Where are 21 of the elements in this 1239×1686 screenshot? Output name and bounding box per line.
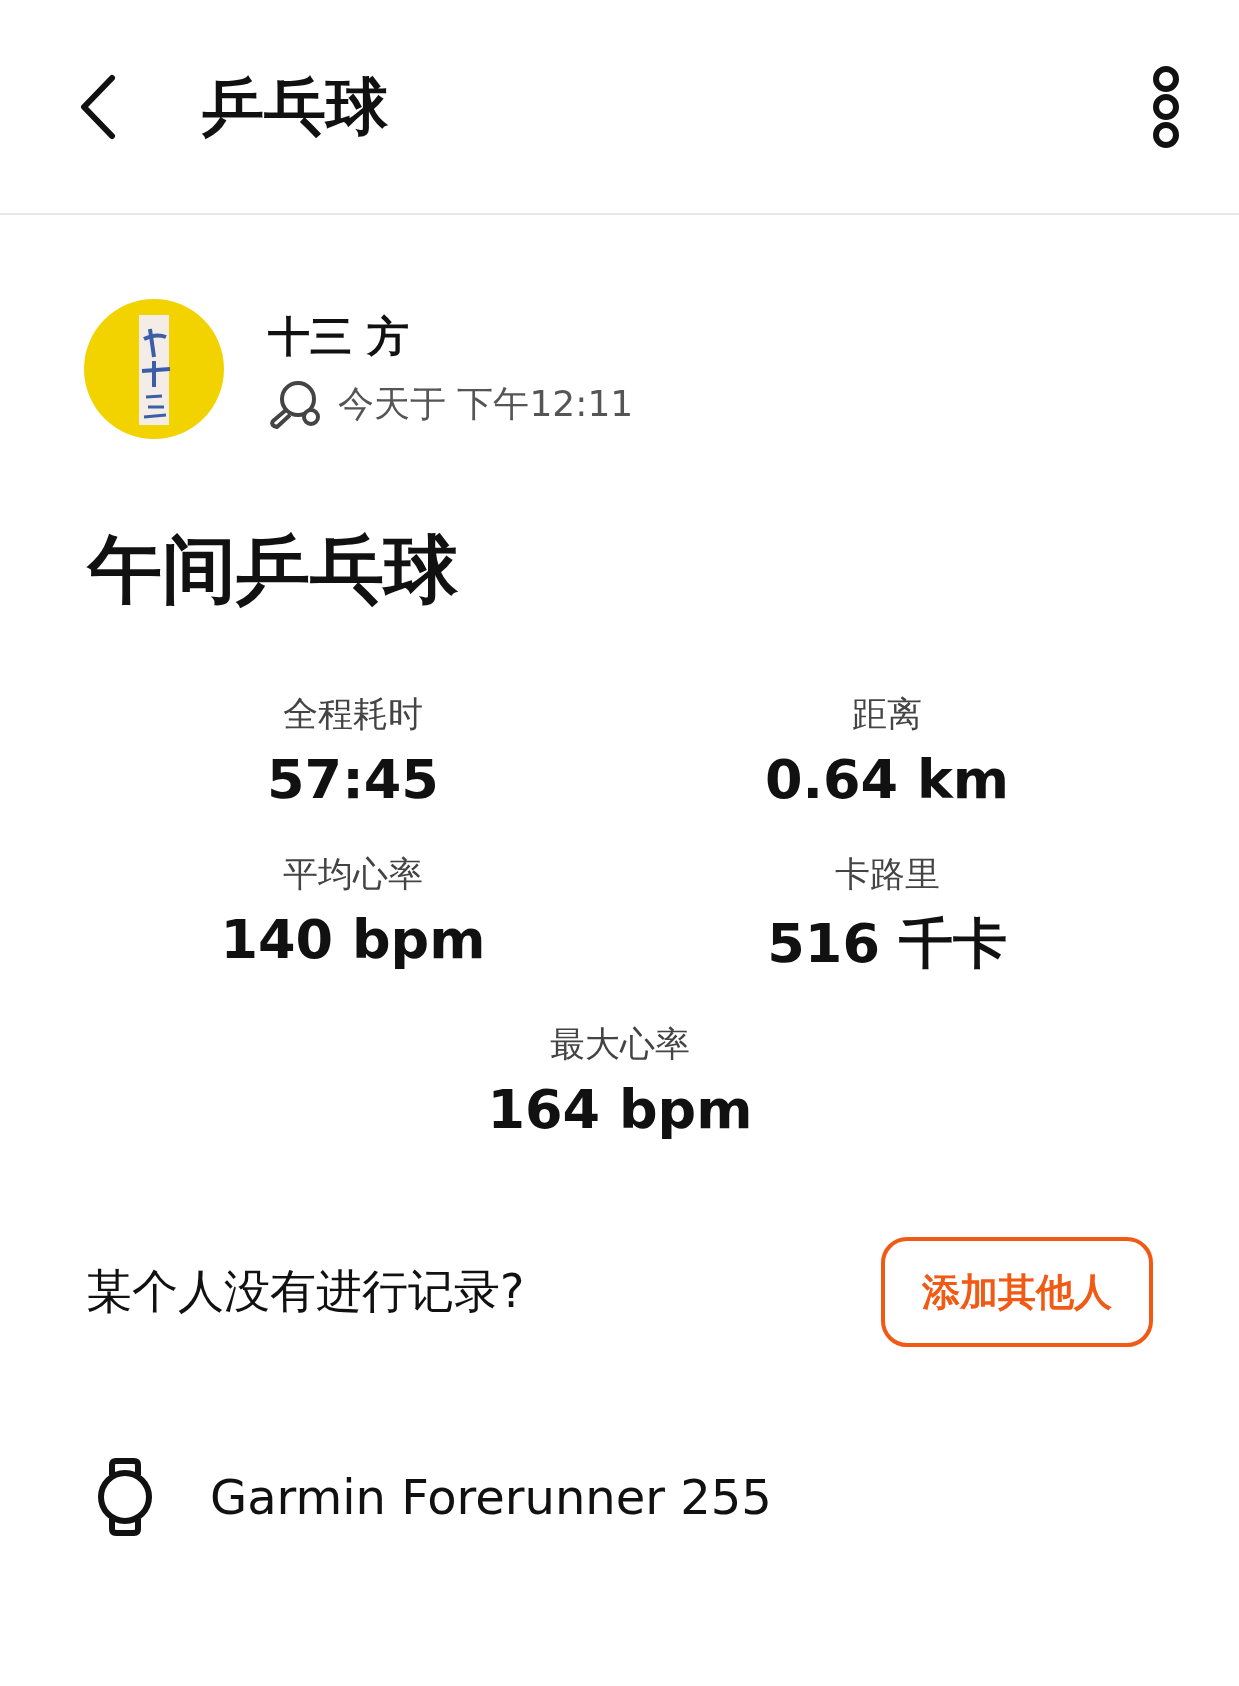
more-icon: [1151, 64, 1181, 149]
page-title: 乒乓球: [202, 68, 389, 145]
ping-pong-icon: [268, 379, 320, 429]
athlete-name: 十三 方: [268, 311, 410, 363]
stat-label: 卡路里: [834, 853, 940, 896]
back-icon: [78, 73, 118, 140]
add-people-prompt: 某个人没有进行记录?: [86, 1263, 525, 1320]
stat-value: 57:45: [267, 748, 439, 811]
stat-value: 516 千卡: [767, 911, 1007, 977]
stat-label: 最大心率: [550, 1023, 690, 1066]
stat-value: 0.64 km: [764, 748, 1010, 811]
watch-icon: [96, 1457, 154, 1537]
stat-label: 全程耗时: [283, 693, 423, 736]
stat-label: 距离: [852, 693, 922, 736]
activity-title: 午间乒乓球: [88, 525, 459, 614]
activity-time: 今天于 下午12:11: [338, 381, 634, 426]
stat-value: 164 bpm: [487, 1078, 753, 1141]
device-name: Garmin Forerunner 255: [210, 1469, 772, 1525]
stat-label: 平均心率: [283, 853, 423, 896]
add-others-button[interactable]: 添加其他人: [881, 1237, 1153, 1347]
stat-value: 140 bpm: [220, 908, 486, 971]
